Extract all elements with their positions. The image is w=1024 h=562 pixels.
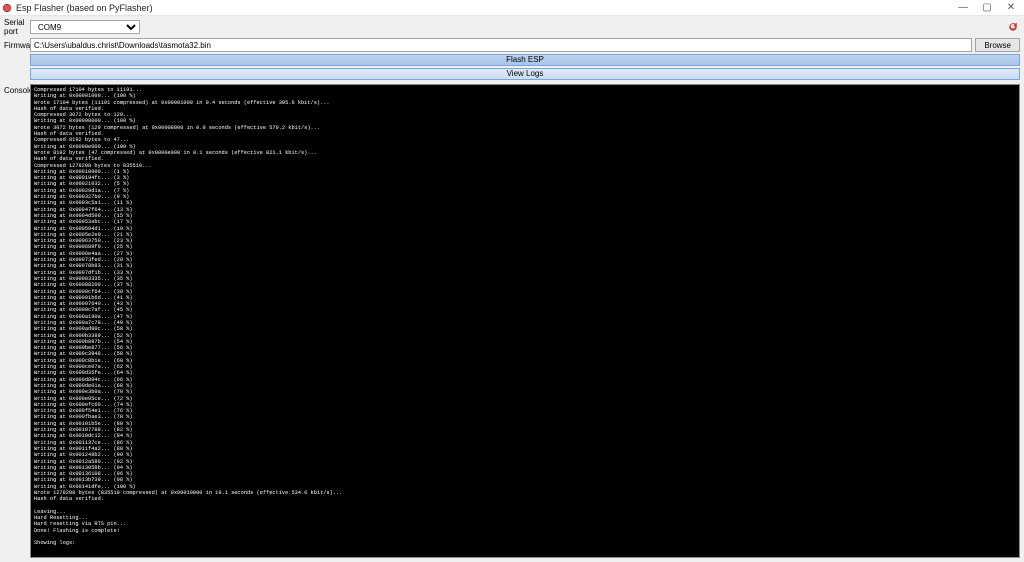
firmware-path-input[interactable]	[30, 38, 972, 52]
app-icon	[2, 3, 12, 13]
close-button[interactable]: ✕	[1004, 3, 1018, 13]
flash-button[interactable]: Flash ESP	[30, 54, 1020, 66]
minimize-button[interactable]: —	[956, 3, 970, 13]
window-controls: — ▢ ✕	[956, 3, 1022, 13]
form-area: Serial port COM9 Firmware Browse Flash E…	[0, 16, 1024, 82]
serial-port-label: Serial port	[4, 18, 30, 36]
console-row: Console Compressed 17104 bytes to 11191.…	[0, 82, 1024, 562]
browse-button[interactable]: Browse	[975, 38, 1020, 52]
serial-port-select[interactable]: COM9	[30, 20, 140, 34]
firmware-label: Firmware	[4, 41, 30, 50]
title-bar: Esp Flasher (based on PyFlasher) — ▢ ✕	[0, 0, 1024, 16]
view-logs-button[interactable]: View Logs	[30, 68, 1020, 80]
firmware-row: Firmware Browse	[4, 38, 1020, 52]
maximize-button[interactable]: ▢	[980, 3, 994, 13]
window-title: Esp Flasher (based on PyFlasher)	[16, 3, 956, 13]
console-output[interactable]: Compressed 17104 bytes to 11191... Writi…	[30, 84, 1020, 558]
refresh-icon[interactable]	[1006, 20, 1020, 34]
console-label: Console	[4, 84, 30, 558]
serial-port-row: Serial port COM9	[4, 18, 1020, 36]
